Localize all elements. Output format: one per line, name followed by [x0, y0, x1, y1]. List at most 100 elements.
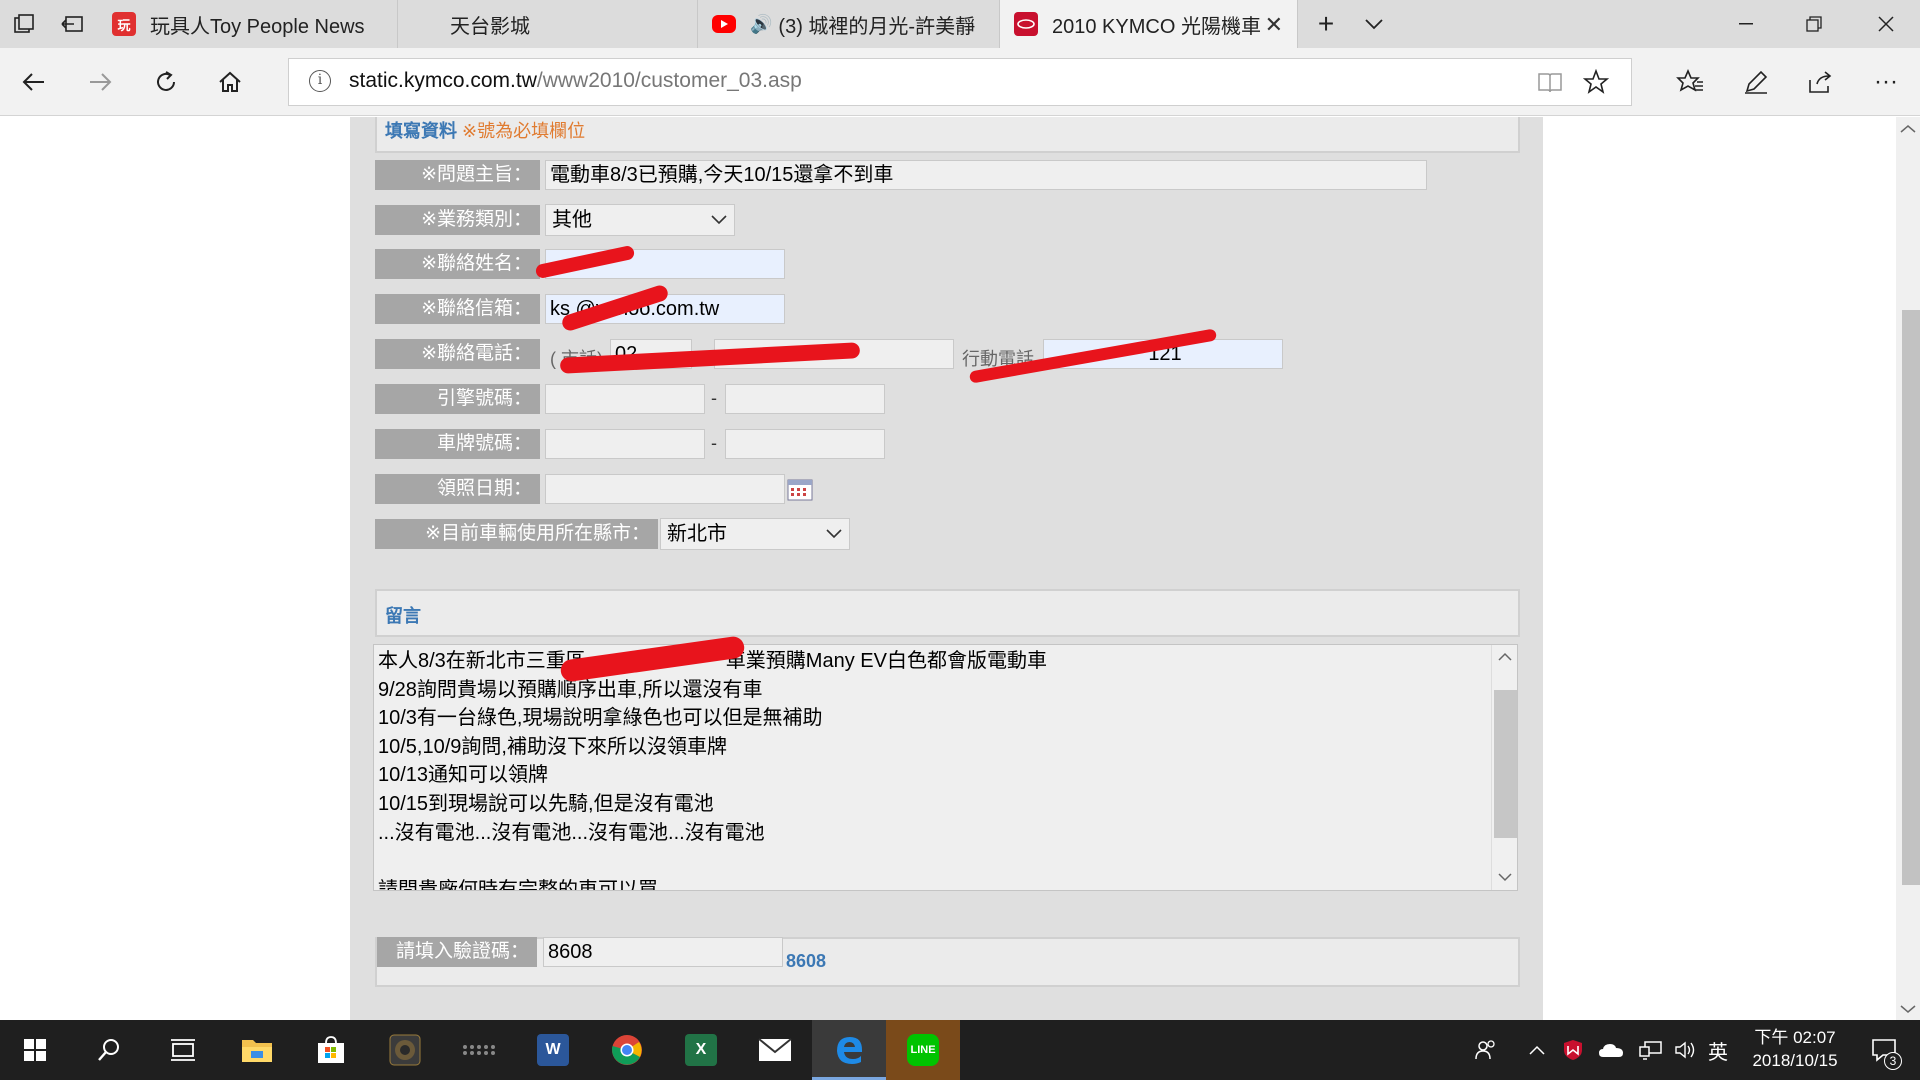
browser-tab-bar: 玩 玩具人Toy People News 天台影城 🔊 (3) 城裡的月光-許美…: [0, 0, 1920, 48]
url-text[interactable]: static.kymco.com.tw/www2010/customer_03.…: [349, 69, 802, 93]
scroll-down-chevron-icon[interactable]: [1492, 869, 1517, 885]
action-center-notification-icon[interactable]: 3: [1860, 1020, 1910, 1080]
onedrive-cloud-icon[interactable]: [1594, 1020, 1628, 1080]
tab-toy-people-news[interactable]: 玩 玩具人Toy People News: [98, 0, 398, 48]
tab-preview-chevron-down-icon[interactable]: [1350, 0, 1398, 48]
page-scroll-thumb[interactable]: [1902, 310, 1920, 885]
address-bar[interactable]: i static.kymco.com.tw/www2010/customer_0…: [288, 58, 1632, 106]
network-icon[interactable]: [1634, 1020, 1668, 1080]
chevron-down-icon: [710, 205, 728, 244]
speaker-app-icon[interactable]: [368, 1020, 442, 1080]
email-label: ※聯絡信箱：: [375, 294, 540, 324]
message-line: 10/13通知可以領牌: [378, 764, 549, 787]
home-icon[interactable]: [206, 58, 254, 106]
mail-icon[interactable]: [738, 1020, 812, 1080]
tab-title: 玩具人Toy People News: [150, 15, 365, 38]
message-section-header: [375, 589, 1520, 637]
calendar-icon[interactable]: [787, 477, 813, 506]
captcha-input[interactable]: 8608: [543, 937, 783, 967]
message-line: ...沒有電池...沒有電池...沒有電池...沒有電池: [378, 821, 765, 844]
category-select[interactable]: 其他: [545, 204, 735, 236]
close-window-icon[interactable]: [1852, 0, 1920, 48]
people-icon[interactable]: [1466, 1020, 1506, 1080]
city-selected-value: 新北市: [667, 523, 727, 545]
edge-icon[interactable]: [812, 1020, 886, 1080]
tab-kymco[interactable]: 2010 KYMCO 光陽機車 ✕: [1000, 0, 1298, 48]
clock-time: 下午 02:07: [1754, 1028, 1836, 1047]
address-bar-row: i static.kymco.com.tw/www2010/customer_0…: [0, 48, 1920, 116]
tab-title: (3) 城裡的月光-許美靜: [778, 15, 976, 38]
kymco-favicon-icon: [1014, 12, 1038, 36]
message-line: 10/3有一台綠色,現場說明拿綠色也可以但是無補助: [378, 707, 823, 730]
site-info-icon[interactable]: i: [309, 70, 331, 92]
search-icon[interactable]: [72, 1020, 146, 1080]
scroll-up-chevron-icon[interactable]: [1900, 121, 1916, 139]
taskbar-clock[interactable]: 下午 02:07 2018/10/15: [1735, 1026, 1855, 1072]
input-method-indicator[interactable]: 英: [1703, 1020, 1733, 1080]
plate-number-input-1[interactable]: [545, 429, 705, 459]
url-path: /www2010/customer_03.asp: [536, 69, 802, 92]
restore-icon[interactable]: [1780, 0, 1848, 48]
more-options-icon[interactable]: ···: [1862, 58, 1910, 106]
tab-tiantai-cinema[interactable]: 天台影城: [398, 0, 698, 48]
close-tab-icon[interactable]: ✕: [1265, 12, 1283, 38]
chevron-down-icon: [825, 519, 843, 558]
set-aside-tabs-icon[interactable]: [48, 0, 96, 48]
web-note-pen-icon[interactable]: [1732, 58, 1780, 106]
tab-youtube-music[interactable]: 🔊 (3) 城裡的月光-許美靜: [698, 0, 1000, 48]
favorites-hub-icon[interactable]: [1666, 58, 1714, 106]
plate-number-input-2[interactable]: [725, 429, 885, 459]
file-explorer-icon[interactable]: [220, 1020, 294, 1080]
engine-number-input-1[interactable]: [545, 384, 705, 414]
forward-arrow-icon[interactable]: [76, 58, 124, 106]
minimize-icon[interactable]: [1712, 0, 1780, 48]
volume-icon[interactable]: [1670, 1020, 1700, 1080]
message-textarea[interactable]: 本人8/3在新北市三重區 車業預購Many EV白色都會版電動車 9/28詢問貴…: [373, 644, 1518, 891]
section-title: 填寫資料 ※號為必填欄位: [385, 117, 585, 143]
tab-manager-icon[interactable]: [0, 0, 48, 48]
plate-number-dash: -: [711, 433, 717, 453]
page-scrollbar[interactable]: [1896, 117, 1920, 1020]
captcha-code: 8608: [786, 951, 827, 971]
textarea-scroll-thumb[interactable]: [1494, 690, 1517, 838]
engine-number-input-2[interactable]: [725, 384, 885, 414]
phone-label: ※聯絡電話：: [375, 339, 540, 369]
category-selected-value: 其他: [552, 209, 592, 231]
tab-title: 2010 KYMCO 光陽機車: [1052, 15, 1261, 38]
textarea-scrollbar[interactable]: [1491, 645, 1517, 890]
audio-playing-icon[interactable]: 🔊: [750, 14, 772, 35]
city-select[interactable]: 新北市: [660, 518, 850, 550]
scroll-up-chevron-icon[interactable]: [1492, 649, 1517, 665]
favorite-star-icon[interactable]: [1582, 68, 1610, 100]
task-view-icon[interactable]: [146, 1020, 220, 1080]
chrome-icon[interactable]: [590, 1020, 664, 1080]
subject-label: ※問題主旨：: [375, 160, 540, 190]
clock-date: 2018/10/15: [1752, 1051, 1838, 1070]
scroll-down-chevron-icon[interactable]: [1900, 1001, 1916, 1019]
microsoft-store-icon[interactable]: [294, 1020, 368, 1080]
message-line: [378, 847, 1047, 876]
excel-icon[interactable]: X: [664, 1020, 738, 1080]
back-arrow-icon[interactable]: [10, 58, 58, 106]
message-title: 留言: [385, 606, 421, 626]
message-line: 10/5,10/9詢問,補助沒下來所以沒領車牌: [378, 735, 727, 758]
license-date-input[interactable]: [545, 474, 785, 504]
refresh-icon[interactable]: [142, 58, 190, 106]
mcafee-shield-icon[interactable]: [1558, 1020, 1588, 1080]
city-label: ※目前車輛使用所在縣市：: [375, 519, 658, 549]
new-tab-icon[interactable]: +: [1302, 0, 1350, 48]
word-icon[interactable]: W: [516, 1020, 590, 1080]
reading-view-icon[interactable]: [1537, 71, 1563, 100]
show-hidden-icons-chevron-icon[interactable]: [1522, 1020, 1552, 1080]
line-app-icon[interactable]: LINE: [886, 1020, 960, 1080]
share-icon[interactable]: [1796, 58, 1844, 106]
required-note: ※號為必填欄位: [462, 121, 586, 141]
captcha-label: 請填入驗證碼：: [377, 937, 537, 967]
start-windows-icon[interactable]: [0, 1020, 70, 1080]
url-host: static.kymco.com.tw: [349, 69, 537, 92]
message-line: 9/28詢問貴場以預購順序出車,所以還沒有車: [378, 678, 763, 701]
notification-count-badge: 3: [1884, 1052, 1902, 1070]
subject-input[interactable]: 電動車8/3已預購,今天10/15還拿不到車: [545, 160, 1427, 190]
tab-title: 天台影城: [450, 15, 530, 38]
dots-app-icon[interactable]: [442, 1020, 516, 1080]
